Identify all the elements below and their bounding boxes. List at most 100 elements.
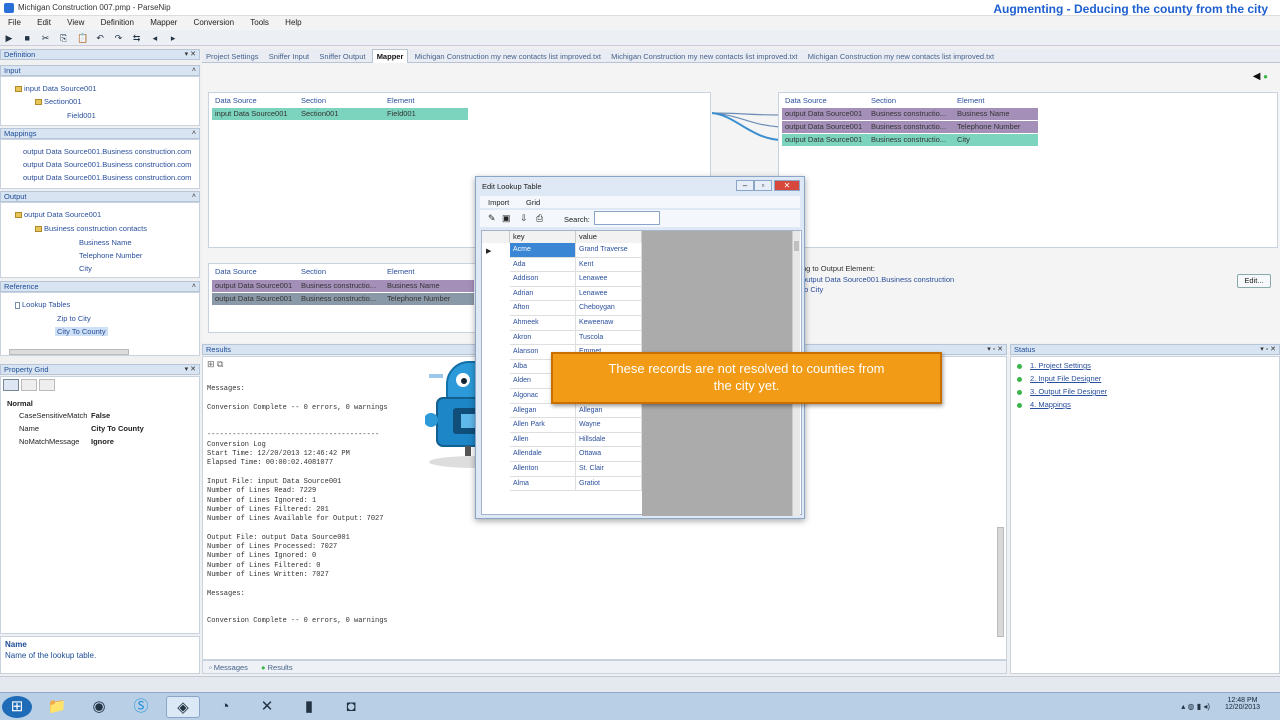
lookup-key-cell[interactable]: Allen	[510, 432, 576, 448]
tab-file-2[interactable]: Michigan Construction my new contacts li…	[607, 50, 801, 63]
vertical-scrollbar[interactable]	[997, 527, 1004, 637]
property-value[interactable]: False	[91, 411, 110, 420]
tree-item-business-contacts[interactable]: Business construction contacts	[35, 224, 147, 233]
mapping-item[interactable]: output Data Source001.Business construct…	[23, 147, 191, 156]
redo-icon[interactable]: ↷	[113, 33, 123, 43]
tree-item-field[interactable]: Field001	[67, 111, 96, 120]
results-toolbar-icons[interactable]: ⊞ ⧉	[207, 359, 223, 370]
menu-import[interactable]: Import	[488, 198, 509, 207]
system-tray-icons[interactable]: ▴ ◍ ▮ ◂)	[1181, 702, 1210, 711]
arrow-left-icon[interactable]: ◂	[150, 33, 160, 43]
lookup-key-cell[interactable]: Alma	[510, 476, 576, 492]
paste-icon[interactable]: 📋	[77, 33, 88, 43]
export-icon[interactable]: ⇩	[520, 213, 528, 224]
app-icon[interactable]: ◘	[334, 696, 368, 718]
status-item-input-designer[interactable]: 2. Input File Designer	[1017, 374, 1101, 383]
mapping-item[interactable]: output Data Source001.Business construct…	[23, 160, 191, 169]
menu-mapper[interactable]: Mapper	[150, 18, 177, 27]
search-input[interactable]	[594, 211, 660, 225]
tab-messages[interactable]: ▫ Messages	[209, 663, 248, 672]
lower-row-datasource[interactable]: output Data Source001	[212, 293, 298, 305]
property-value[interactable]: City To County	[91, 424, 144, 433]
output-row-section[interactable]: Business constructio...	[868, 134, 954, 146]
undo-icon[interactable]: ↶	[95, 33, 105, 43]
lookup-key-cell[interactable]: Ada	[510, 257, 576, 273]
lookup-key-cell[interactable]: Addison	[510, 272, 576, 287]
lookup-value-cell[interactable]: Keweenaw	[576, 316, 642, 331]
tree-item-city[interactable]: City	[79, 264, 92, 273]
property-value[interactable]: Ignore	[91, 437, 114, 446]
lookup-key-cell[interactable]: Allen Park	[510, 418, 576, 433]
input-row-datasource[interactable]: input Data Source001	[212, 108, 298, 120]
collapse-icon[interactable]: ˄	[192, 192, 196, 202]
menu-edit[interactable]: Edit	[37, 18, 51, 27]
parsenip-icon[interactable]: ◈	[166, 696, 200, 718]
clock[interactable]: 12:48 PM 12/20/2013	[1225, 697, 1260, 711]
menu-view[interactable]: View	[67, 18, 84, 27]
pin-icon[interactable]: ▾ ✕	[185, 365, 196, 375]
lower-row-section[interactable]: Business constructio...	[298, 293, 384, 305]
menu-help[interactable]: Help	[285, 18, 301, 27]
tree-item-city-to-county[interactable]: City To County	[55, 327, 108, 336]
menu-definition[interactable]: Definition	[101, 18, 134, 27]
tab-sniffer-input[interactable]: Sniffer Input	[265, 50, 313, 63]
lookup-value-cell[interactable]: Lenawee	[576, 272, 642, 287]
tree-item-lookup-tables[interactable]: Lookup Tables	[15, 300, 70, 309]
output-row-element[interactable]: Business Name	[954, 108, 1038, 120]
lookup-value-cell[interactable]: Ottawa	[576, 447, 642, 462]
print-icon[interactable]: ⎙	[536, 213, 543, 224]
output-row-element[interactable]: Telephone Number	[954, 121, 1038, 133]
new-row-icon[interactable]: ✎	[488, 213, 496, 224]
lookup-key-cell[interactable]: Allegan	[510, 403, 576, 419]
collapse-icon[interactable]: ˄	[192, 66, 196, 76]
lower-row-section[interactable]: Business constructio...	[298, 280, 384, 292]
input-row-section[interactable]: Section001	[298, 108, 384, 120]
output-row-datasource[interactable]: output Data Source001	[782, 121, 868, 133]
tab-file-3[interactable]: Michigan Construction my new contacts li…	[804, 50, 998, 63]
collapse-icon[interactable]: ˄	[192, 129, 196, 139]
maximize-button[interactable]: ▫	[754, 180, 772, 191]
lookup-key-cell[interactable]: Adrian	[510, 286, 576, 302]
input-row-element[interactable]: Field001	[384, 108, 468, 120]
lookup-value-cell[interactable]: Allegan	[576, 403, 642, 419]
reference-section-header[interactable]: Reference ˄	[0, 281, 200, 292]
lookup-value-cell[interactable]: St. Clair	[576, 462, 642, 477]
minimize-button[interactable]: –	[736, 180, 754, 191]
output-section-header[interactable]: Output ˄	[0, 191, 200, 202]
mappings-section-header[interactable]: Mappings ˄	[0, 128, 200, 139]
mapping-item[interactable]: output Data Source001.Business construct…	[23, 173, 191, 182]
close-button[interactable]: ✕	[774, 180, 800, 191]
menu-file[interactable]: File	[8, 18, 21, 27]
lookup-key-cell[interactable]: Allenton	[510, 462, 576, 477]
tree-item-business-name[interactable]: Business Name	[79, 238, 132, 247]
categorized-view-icon[interactable]	[3, 379, 19, 391]
status-item-project-settings[interactable]: 1. Project Settings	[1017, 361, 1091, 370]
tree-item-input-datasource[interactable]: input Data Source001	[15, 84, 97, 93]
scroll-thumb[interactable]	[794, 241, 799, 251]
alphabetical-view-icon[interactable]	[21, 379, 37, 391]
tab-project-settings[interactable]: Project Settings	[202, 50, 263, 63]
app-icon[interactable]: ▮	[292, 696, 326, 718]
horizontal-scrollbar[interactable]	[9, 349, 129, 355]
tree-item-telephone[interactable]: Telephone Number	[79, 251, 142, 260]
edit-button[interactable]: Edit...	[1237, 274, 1271, 288]
tree-item-section[interactable]: Section001	[35, 97, 82, 106]
col-value[interactable]: value	[576, 231, 642, 243]
save-icon[interactable]: ▣	[502, 213, 511, 224]
output-row-section[interactable]: Business constructio...	[868, 108, 954, 120]
lookup-value-cell[interactable]: Kent	[576, 257, 642, 273]
arrow-right-icon[interactable]: ▸	[168, 33, 178, 43]
lookup-value-cell[interactable]: Hillsdale	[576, 432, 642, 448]
pin-icon[interactable]: ▾ ▫ ✕	[987, 345, 1003, 355]
input-section-header[interactable]: Input ˄	[0, 65, 200, 76]
mapper-tool-icon[interactable]: ⇆	[132, 33, 142, 43]
lower-row-element[interactable]: Business Name	[384, 280, 474, 292]
lower-row-element[interactable]: Telephone Number	[384, 293, 474, 305]
explorer-icon[interactable]: 📁	[40, 696, 74, 718]
lookup-value-cell[interactable]: Wayne	[576, 418, 642, 433]
back-arrow-icon[interactable]: ◀ ●	[1253, 71, 1268, 82]
col-key[interactable]: key	[510, 231, 576, 243]
start-button-icon[interactable]: ⊞	[2, 696, 32, 718]
copy-icon[interactable]: ⎘	[59, 33, 69, 43]
lookup-value-cell[interactable]: Cheboygan	[576, 301, 642, 316]
